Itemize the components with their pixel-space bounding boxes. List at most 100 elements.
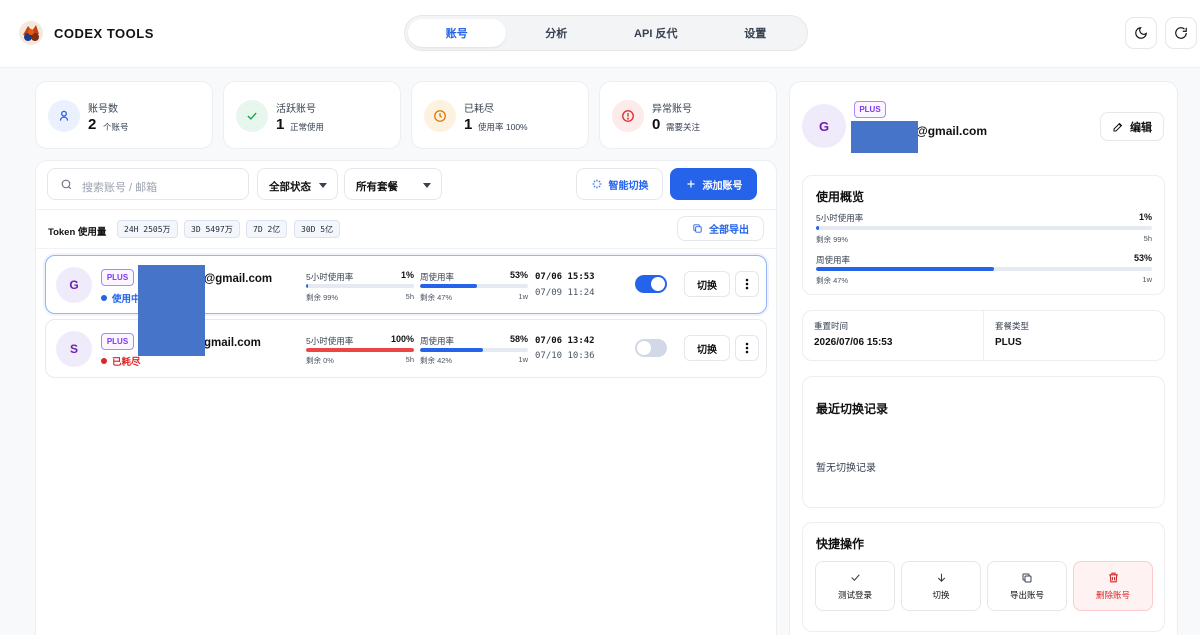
token-chip-3d: 3D 5497万 xyxy=(184,220,240,238)
app-logo-icon xyxy=(18,20,44,46)
more-options-button[interactable] xyxy=(735,335,759,361)
five-hour-window: 5h xyxy=(405,292,414,301)
plan-badge: PLUS xyxy=(101,333,134,350)
reset-time-value: 2026/07/06 15:53 xyxy=(814,337,893,348)
export-account-button[interactable]: 导出账号 xyxy=(987,561,1067,611)
theme-toggle-button[interactable] xyxy=(1125,17,1157,49)
reset-time: 07/09 11:24 xyxy=(535,288,595,298)
plan-filter-value: 所有套餐 xyxy=(356,181,398,193)
detail-five-hour-label: 5小时使用率 xyxy=(816,213,864,223)
detail-five-hour-progress xyxy=(816,226,1152,230)
test-login-button[interactable]: 测试登录 xyxy=(815,561,895,611)
plan-filter-select[interactable]: 所有套餐 xyxy=(344,168,442,200)
stat-card-abnormal: 异常账号 0 需要关注 xyxy=(599,81,777,149)
copy-icon xyxy=(693,224,702,233)
plus-icon xyxy=(687,180,694,188)
tab-accounts[interactable]: 账号 xyxy=(408,19,506,47)
five-hour-usage-label: 5小时使用率 xyxy=(306,272,354,282)
detail-avatar: G xyxy=(802,104,846,148)
quick-switch-label: 切换 xyxy=(932,590,950,600)
avatar: S xyxy=(56,331,92,367)
redaction-block xyxy=(138,311,205,356)
tab-api-proxy[interactable]: API 反代 xyxy=(607,19,705,47)
switch-account-button[interactable]: 切换 xyxy=(684,335,730,361)
tab-settings[interactable]: 设置 xyxy=(707,19,805,47)
weekly-usage-label: 周使用率 xyxy=(420,272,455,282)
stat-sub: 正常使用 xyxy=(290,122,325,132)
stat-label: 异常账号 xyxy=(652,104,692,115)
stat-label: 已耗尽 xyxy=(464,104,494,115)
token-usage-label: Token 使用量 xyxy=(48,227,107,238)
check-icon xyxy=(850,574,860,581)
app-title: CODEX TOOLS xyxy=(54,25,154,41)
detail-five-hour-pct: 1% xyxy=(1138,212,1152,222)
stat-label: 活跃账号 xyxy=(276,104,316,115)
edit-label: 编辑 xyxy=(1130,121,1152,134)
main-nav: 账号 分析 API 反代 设置 xyxy=(404,15,808,51)
more-options-button[interactable] xyxy=(735,271,759,297)
status-filter-select[interactable]: 全部状态 xyxy=(257,168,338,200)
tab-analytics[interactable]: 分析 xyxy=(508,19,606,47)
switch-account-button[interactable]: 切换 xyxy=(684,271,730,297)
five-hour-progress xyxy=(306,284,414,288)
edit-button[interactable]: 编辑 xyxy=(1100,112,1164,141)
detail-weekly-label: 周使用率 xyxy=(816,255,851,265)
weekly-remaining: 剩余 42% xyxy=(420,356,453,365)
arrow-down-icon xyxy=(937,573,945,583)
copy-icon xyxy=(1022,573,1032,582)
search-icon xyxy=(61,179,72,190)
smart-switch-button[interactable]: 智能切换 xyxy=(576,168,663,200)
five-hour-remaining: 剩余 99% xyxy=(306,293,339,302)
plan-type-value: PLUS xyxy=(995,337,1022,348)
brand: CODEX TOOLS xyxy=(18,20,154,46)
alert-icon xyxy=(612,100,644,132)
detail-five-hour-remaining: 剩余 99% xyxy=(816,235,849,244)
account-enable-toggle[interactable] xyxy=(635,339,667,357)
stat-label: 账号数 xyxy=(88,104,118,115)
weekly-progress xyxy=(420,284,528,288)
trash-icon xyxy=(1108,572,1118,583)
moon-icon xyxy=(1135,27,1147,39)
detail-plan-badge: PLUS xyxy=(854,101,886,118)
weekly-window: 1w xyxy=(518,355,528,364)
weekly-usage-pct: 53% xyxy=(509,270,528,280)
weekly-remaining: 剩余 47% xyxy=(420,293,453,302)
last-used-time: 07/06 15:53 xyxy=(535,272,595,282)
stat-sub: 需要关注 xyxy=(666,122,701,132)
status-text: 使用中 xyxy=(112,294,141,305)
delete-account-button[interactable]: 删除账号 xyxy=(1073,561,1153,611)
five-hour-usage-label: 5小时使用率 xyxy=(306,336,354,346)
status-badge: 使用中 xyxy=(101,291,141,305)
quick-actions-title: 快捷操作 xyxy=(816,537,865,551)
detail-weekly-progress xyxy=(816,267,1152,271)
top-bar: CODEX TOOLS 账号 分析 API 反代 设置 xyxy=(0,0,1200,68)
divider xyxy=(36,248,776,249)
last-used-time: 07/06 13:42 xyxy=(535,336,595,346)
add-account-button[interactable]: 添加账号 xyxy=(670,168,757,200)
quick-switch-button[interactable]: 切换 xyxy=(901,561,981,611)
weekly-progress xyxy=(420,348,528,352)
stat-value: 0 xyxy=(652,116,661,133)
account-row[interactable]: G PLUS @gmail.com 使用中 5小时使用率 1% 剩余 99% 5… xyxy=(45,255,767,328)
reset-time: 07/10 10:36 xyxy=(535,351,595,361)
detail-weekly-pct: 53% xyxy=(1133,253,1152,263)
five-hour-usage-pct: 100% xyxy=(390,334,414,344)
pencil-icon xyxy=(1113,122,1123,131)
redaction-block xyxy=(851,121,918,153)
stat-sub: 使用率 100% xyxy=(478,122,528,132)
check-icon xyxy=(236,100,268,132)
token-chip-30d: 30D 5亿 xyxy=(294,220,341,238)
export-all-button[interactable]: 全部导出 xyxy=(677,216,764,241)
usage-overview-title: 使用概览 xyxy=(816,190,865,204)
delete-account-label: 删除账号 xyxy=(1095,590,1130,600)
search-input[interactable]: 搜索账号 / 邮箱 xyxy=(47,168,249,200)
account-enable-toggle[interactable] xyxy=(635,275,667,293)
sparkle-icon xyxy=(592,179,601,189)
stat-sub: 个账号 xyxy=(103,122,129,132)
refresh-button[interactable] xyxy=(1165,17,1197,49)
weekly-window: 1w xyxy=(518,292,528,301)
reset-time-label: 重置时间 xyxy=(814,321,849,331)
five-hour-remaining: 剩余 0% xyxy=(306,356,334,365)
detail-five-hour-window: 5h xyxy=(1143,234,1152,243)
account-row[interactable]: S PLUS gmail.com 已耗尽 5小时使用率 100% 剩余 0% 5… xyxy=(45,311,767,378)
